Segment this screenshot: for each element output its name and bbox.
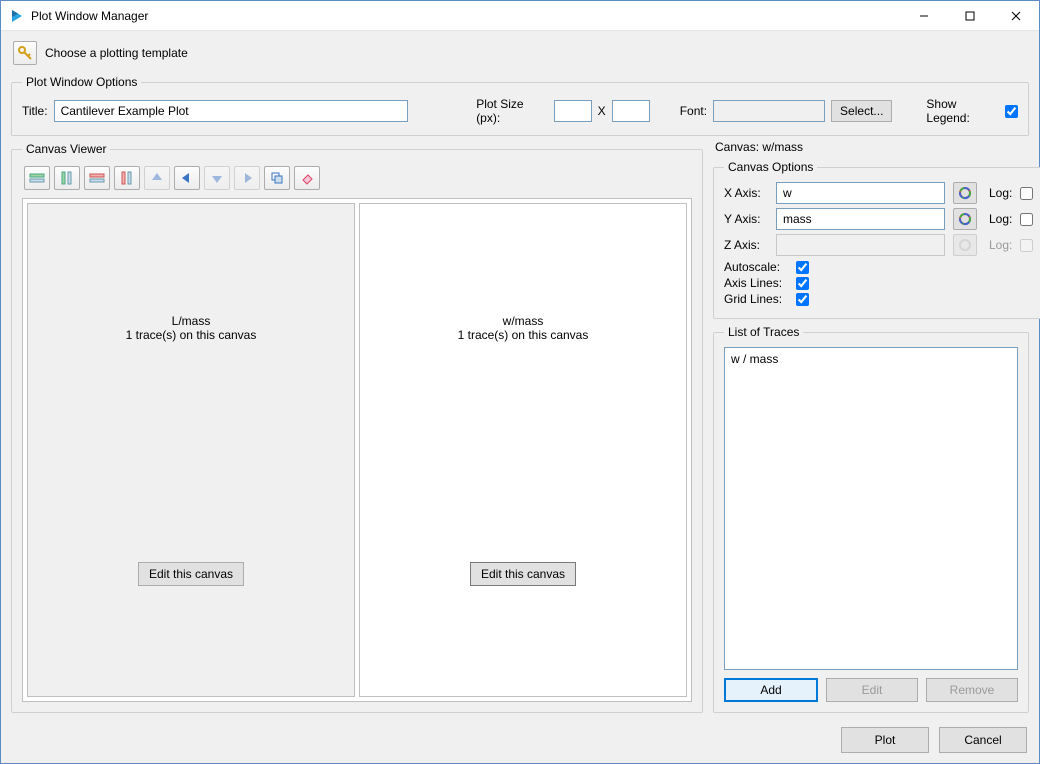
plot-window-manager: Plot Window Manager Choose a plotting te… xyxy=(0,0,1040,764)
canvas-options-group: Canvas Options X Axis: Log: Y Axis: Log: xyxy=(713,160,1040,319)
x-axis-label: X Axis: xyxy=(724,186,768,200)
plot-window-options-legend: Plot Window Options xyxy=(22,75,141,89)
add-column-button[interactable] xyxy=(54,166,80,190)
canvas-header: Canvas: w/mass xyxy=(713,140,1029,154)
canvas-viewer-group: Canvas Viewer L/mass 1 trace xyxy=(11,142,703,713)
y-log-label: Log: xyxy=(989,212,1012,226)
copy-canvas-button[interactable] xyxy=(264,166,290,190)
titlebar: Plot Window Manager xyxy=(1,1,1039,31)
plot-size-label: Plot Size (px): xyxy=(476,97,547,125)
axis-lines-checkbox[interactable] xyxy=(796,277,809,290)
canvas-viewer-legend: Canvas Viewer xyxy=(22,142,110,156)
canvas-panel-1[interactable]: w/mass 1 trace(s) on this canvas Edit th… xyxy=(359,203,687,697)
minimize-button[interactable] xyxy=(901,1,947,31)
z-axis-label: Z Axis: xyxy=(724,238,768,252)
title-input[interactable] xyxy=(54,100,409,122)
y-log-checkbox[interactable] xyxy=(1020,213,1033,226)
y-axis-color-button[interactable] xyxy=(953,208,977,230)
delete-column-button[interactable] xyxy=(114,166,140,190)
canvas-options-legend: Canvas Options xyxy=(724,160,817,174)
axis-lines-label: Axis Lines: xyxy=(724,276,788,290)
trace-remove-button[interactable]: Remove xyxy=(926,678,1018,702)
autoscale-checkbox[interactable] xyxy=(796,261,809,274)
y-axis-input[interactable] xyxy=(776,208,945,230)
trace-edit-button[interactable]: Edit xyxy=(826,678,918,702)
plot-width-input[interactable] xyxy=(554,100,592,122)
autoscale-label: Autoscale: xyxy=(724,260,788,274)
font-label: Font: xyxy=(680,104,707,118)
plot-button[interactable]: Plot xyxy=(841,727,929,753)
grid-lines-checkbox[interactable] xyxy=(796,293,809,306)
canvas-title: w/mass xyxy=(503,314,544,328)
close-button[interactable] xyxy=(993,1,1039,31)
trace-list[interactable]: w / mass xyxy=(724,347,1018,670)
move-left-button[interactable] xyxy=(174,166,200,190)
template-key-button[interactable] xyxy=(13,41,37,65)
template-label: Choose a plotting template xyxy=(45,46,188,60)
move-right-button[interactable] xyxy=(234,166,260,190)
show-legend-label: Show Legend: xyxy=(926,97,999,125)
z-log-checkbox xyxy=(1020,239,1033,252)
cancel-button[interactable]: Cancel xyxy=(939,727,1027,753)
traces-group: List of Traces w / mass Add Edit Remove xyxy=(713,325,1029,713)
plot-height-input[interactable] xyxy=(612,100,650,122)
window-title: Plot Window Manager xyxy=(31,9,901,23)
add-row-button[interactable] xyxy=(24,166,50,190)
plot-window-options-group: Plot Window Options Title: Plot Size (px… xyxy=(11,75,1029,136)
template-row: Choose a plotting template xyxy=(11,39,1029,69)
canvas-toolbar xyxy=(22,164,692,198)
traces-legend: List of Traces xyxy=(724,325,803,339)
x-log-label: Log: xyxy=(989,186,1012,200)
erase-canvas-button[interactable] xyxy=(294,166,320,190)
canvas-panel-0[interactable]: L/mass 1 trace(s) on this canvas Edit th… xyxy=(27,203,355,697)
canvas-subtitle: 1 trace(s) on this canvas xyxy=(126,328,257,342)
maximize-button[interactable] xyxy=(947,1,993,31)
canvas-subtitle: 1 trace(s) on this canvas xyxy=(458,328,589,342)
edit-canvas-button[interactable]: Edit this canvas xyxy=(470,562,576,586)
font-input[interactable] xyxy=(713,100,825,122)
plot-size-sep: X xyxy=(598,104,606,118)
z-axis-color-button xyxy=(953,234,977,256)
move-down-button[interactable] xyxy=(204,166,230,190)
title-label: Title: xyxy=(22,104,48,118)
canvas-area: L/mass 1 trace(s) on this canvas Edit th… xyxy=(22,198,692,702)
x-axis-input[interactable] xyxy=(776,182,945,204)
trace-item[interactable]: w / mass xyxy=(731,352,1011,366)
z-log-label: Log: xyxy=(989,238,1012,252)
z-axis-input xyxy=(776,234,945,256)
font-select-button[interactable]: Select... xyxy=(831,100,892,122)
move-up-button[interactable] xyxy=(144,166,170,190)
x-axis-color-button[interactable] xyxy=(953,182,977,204)
show-legend-checkbox[interactable] xyxy=(1005,105,1018,118)
delete-row-button[interactable] xyxy=(84,166,110,190)
canvas-title: L/mass xyxy=(172,314,211,328)
app-icon xyxy=(9,8,25,24)
grid-lines-label: Grid Lines: xyxy=(724,292,788,306)
y-axis-label: Y Axis: xyxy=(724,212,768,226)
dialog-footer: Plot Cancel xyxy=(11,719,1029,753)
x-log-checkbox[interactable] xyxy=(1020,187,1033,200)
edit-canvas-button[interactable]: Edit this canvas xyxy=(138,562,244,586)
trace-add-button[interactable]: Add xyxy=(724,678,818,702)
